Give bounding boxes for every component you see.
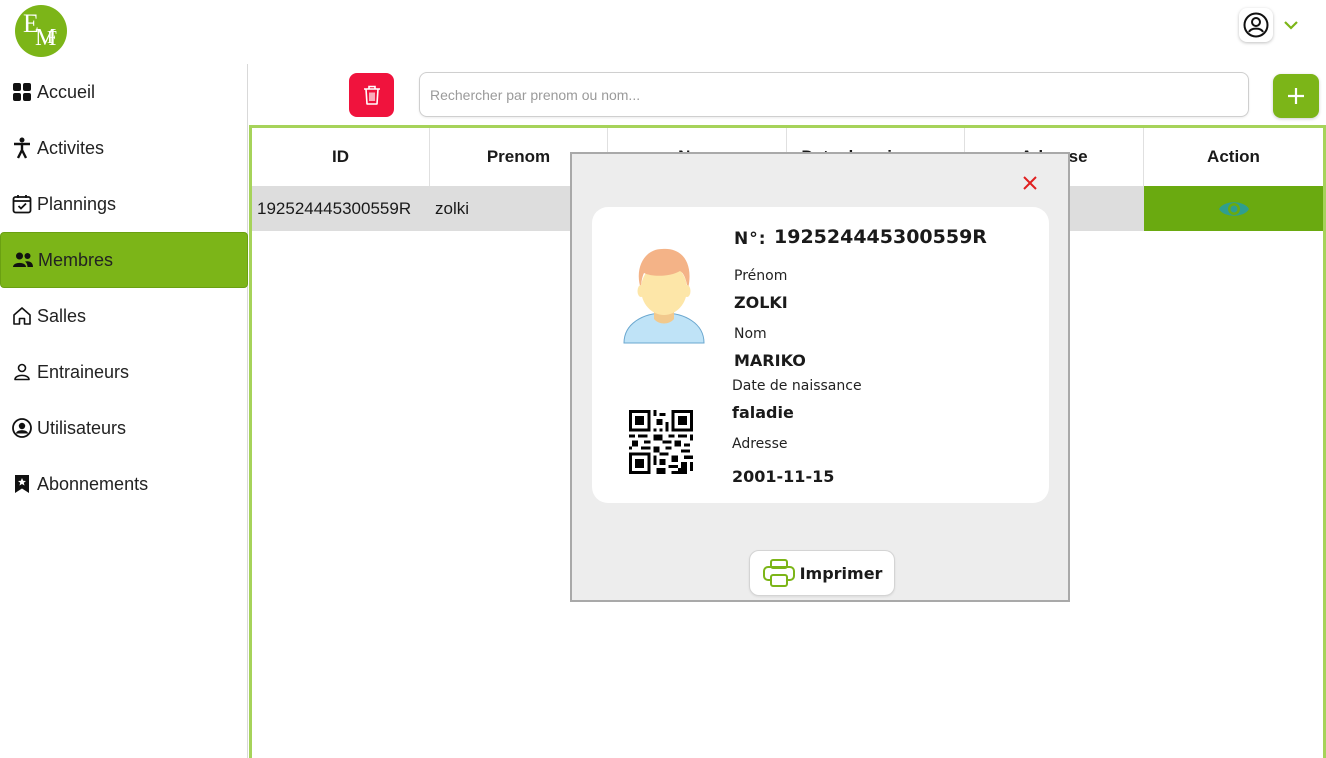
nom-value: MARIKO <box>734 351 806 370</box>
date-naissance-label: Date de naissance <box>732 378 862 394</box>
user-circle-icon <box>11 417 33 439</box>
column-header-id[interactable]: ID <box>252 128 430 186</box>
adresse-label: Adresse <box>732 436 788 452</box>
sidebar-item-label: Activites <box>37 137 105 158</box>
sidebar-item-plannings[interactable]: Plannings <box>0 176 248 232</box>
logo: E M F <box>15 5 67 57</box>
member-card-modal: N°: 192524445300559R Prénom ZOLKI Nom MA… <box>570 152 1070 602</box>
sidebar-item-label: Entraineurs <box>37 361 130 382</box>
sidebar-item-label: Accueil <box>37 81 96 102</box>
search-input[interactable] <box>419 72 1249 117</box>
qr-code <box>629 410 693 474</box>
column-header-action: Action <box>1207 147 1260 166</box>
sidebar-item-label: Abonnements <box>37 473 149 494</box>
sidebar-item-salles[interactable]: Salles <box>0 288 248 344</box>
sidebar-item-label: Membres <box>38 249 114 270</box>
grid-icon <box>11 81 33 103</box>
sidebar-item-activites[interactable]: Activites <box>0 120 248 176</box>
prenom-label: Prénom <box>734 268 788 284</box>
print-button[interactable]: Imprimer <box>749 550 895 596</box>
close-button[interactable] <box>1019 172 1041 194</box>
people-icon <box>12 249 34 271</box>
sidebar-item-membres[interactable]: Membres <box>0 232 248 288</box>
member-number-value: 192524445300559R <box>774 226 987 248</box>
cell-id: 192524445300559R <box>257 198 412 218</box>
logo-letter-f: F <box>47 27 58 47</box>
plus-icon <box>1288 88 1304 104</box>
sidebar-item-label: Plannings <box>37 193 117 214</box>
account-button[interactable] <box>1239 8 1273 42</box>
member-number-label: N°: <box>734 229 767 249</box>
bookmark-star-icon <box>11 473 33 495</box>
trash-icon <box>363 85 380 105</box>
member-card: N°: 192524445300559R Prénom ZOLKI Nom MA… <box>592 207 1049 503</box>
sidebar-item-label: Salles <box>37 305 87 326</box>
nom-label: Nom <box>734 326 767 342</box>
adresse-value: 2001-11-15 <box>732 467 835 486</box>
close-icon <box>1023 176 1037 190</box>
sidebar-item-label: Utilisateurs <box>37 417 127 438</box>
sidebar: Accueil Activites Plannings Membres Sall… <box>0 64 248 758</box>
sidebar-item-accueil[interactable]: Accueil <box>0 64 248 120</box>
add-member-button[interactable] <box>1273 74 1319 118</box>
printer-icon <box>762 559 795 587</box>
person-outline-icon <box>11 361 33 383</box>
date-naissance-value: faladie <box>732 403 794 422</box>
eye-icon <box>1218 201 1249 216</box>
view-button[interactable] <box>1144 186 1323 231</box>
avatar <box>623 248 705 344</box>
person-activity-icon <box>11 137 33 159</box>
sidebar-item-entraineurs[interactable]: Entraineurs <box>0 344 248 400</box>
sidebar-item-abonnements[interactable]: Abonnements <box>0 456 248 512</box>
calendar-check-icon <box>11 193 33 215</box>
user-circle-icon <box>1243 12 1269 38</box>
delete-button[interactable] <box>349 73 394 117</box>
chevron-down-icon[interactable] <box>1282 16 1300 34</box>
print-label: Imprimer <box>799 563 883 583</box>
home-icon <box>11 305 33 327</box>
prenom-value: ZOLKI <box>734 293 788 312</box>
sidebar-item-utilisateurs[interactable]: Utilisateurs <box>0 400 248 456</box>
